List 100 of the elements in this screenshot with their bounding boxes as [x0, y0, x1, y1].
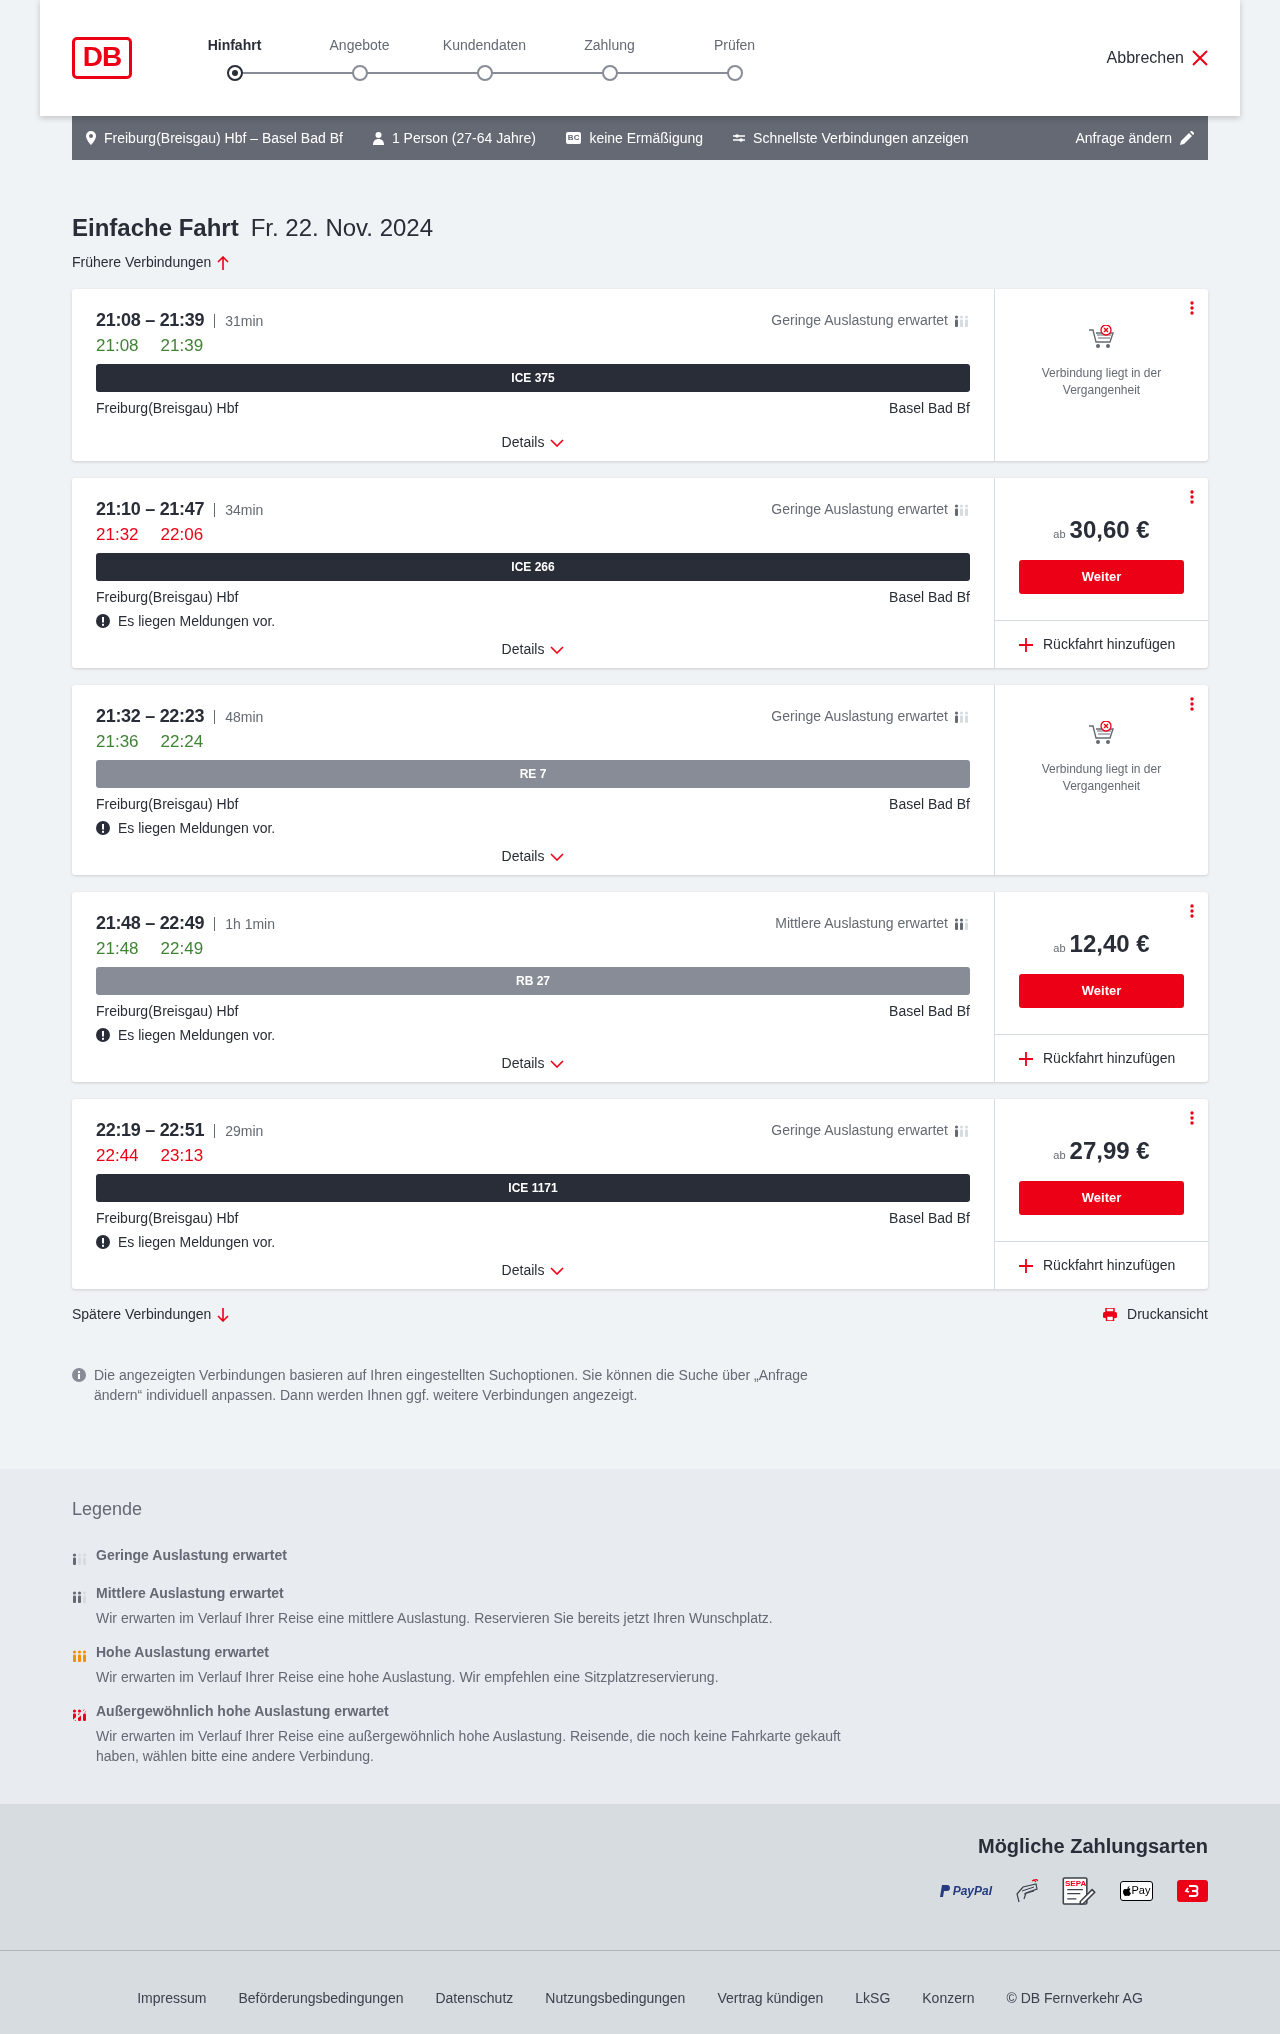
step-marker[interactable] [601, 65, 618, 81]
price-text: 30,60 € [1069, 515, 1150, 545]
duration-text: 29min [214, 1123, 264, 1138]
scheduled-times: 21:48 – 22:49 [96, 912, 205, 935]
details-toggle[interactable]: Details [501, 1260, 565, 1281]
origin-station: Freiburg(Breisgau) Hbf [96, 795, 239, 814]
more-options-icon[interactable] [1190, 301, 1194, 315]
destination-station: Basel Bad Bf [889, 1209, 970, 1228]
duration-text: 48min [214, 709, 264, 724]
price-text: 27,99 € [1069, 1136, 1150, 1166]
step-marker[interactable] [476, 65, 493, 81]
later-connections-link[interactable]: Spätere Verbindungen [72, 1304, 230, 1325]
price-prefix: ab [1053, 527, 1066, 542]
footer-link[interactable]: Datenschutz [435, 1988, 514, 2010]
exclamation-icon [96, 1235, 110, 1249]
step-marker[interactable] [351, 65, 368, 81]
footer-link[interactable]: LkSG [855, 1988, 891, 2010]
arrow-down-icon [217, 1307, 230, 1322]
actual-departure: 21:32 [96, 524, 139, 546]
details-toggle[interactable]: Details [501, 432, 565, 453]
message-text: Es liegen Meldungen vor. [118, 1025, 276, 1045]
details-toggle[interactable]: Details [501, 846, 565, 867]
legend-item-title: Hohe Auslastung erwartet [96, 1642, 270, 1662]
step-marker[interactable] [726, 65, 743, 81]
details-toggle[interactable]: Details [501, 1053, 565, 1074]
continue-button[interactable]: Weiter [1019, 560, 1184, 594]
footer-link[interactable]: Vertrag kündigen [717, 1988, 824, 2010]
footer-link[interactable]: Konzern [922, 1988, 975, 2010]
travellers-text: 1 Person (27-64 Jahre) [391, 128, 536, 148]
footer-link[interactable]: Nutzungsbedingungen [545, 1988, 686, 2010]
more-options-icon[interactable] [1190, 490, 1194, 504]
scheduled-times: 21:10 – 21:47 [96, 498, 205, 521]
legend-item-title: Außergewöhnlich hohe Auslastung erwartet [96, 1701, 390, 1721]
chevron-down-icon [550, 438, 565, 447]
cart-icon [1087, 721, 1116, 747]
more-options-icon[interactable] [1190, 697, 1194, 711]
more-options-icon[interactable] [1190, 904, 1194, 918]
person-icon [372, 131, 384, 145]
plus-icon [1019, 637, 1033, 652]
exclamation-icon [96, 1028, 110, 1042]
details-toggle[interactable]: Details [501, 639, 565, 660]
step-label: Kundendaten [442, 36, 527, 55]
cancel-button[interactable]: Abbrechen [1106, 46, 1208, 70]
continue-button[interactable]: Weiter [1019, 974, 1184, 1008]
destination-station: Basel Bad Bf [889, 399, 970, 418]
add-return-link[interactable]: Rückfahrt hinzufügen [1019, 1048, 1176, 1069]
occupancy-text: Mittlere Auslastung erwartet [775, 914, 948, 933]
occupancy-text: Geringe Auslastung erwartet [771, 707, 948, 726]
legend-item-text: Wir erwarten im Verlauf Ihrer Reise eine hohe Auslastung. Wir empfehlen eine Sitzplatzreservierung. [96, 1667, 720, 1687]
footer-link[interactable]: Beförderungsbedingungen [238, 1988, 404, 2010]
destination-station: Basel Bad Bf [889, 1002, 970, 1021]
actual-departure: 21:08 [96, 335, 139, 357]
chevron-down-icon [550, 645, 565, 654]
footer-link[interactable]: Impressum [137, 1988, 207, 2010]
step-marker[interactable] [226, 65, 243, 81]
duration-text: 34min [214, 502, 264, 517]
occupancy-text: Geringe Auslastung erwartet [771, 1121, 948, 1140]
trip-title: Einfache Fahrt [72, 213, 239, 243]
more-options-icon[interactable] [1190, 1111, 1194, 1125]
printer-icon [1103, 1308, 1118, 1321]
continue-button[interactable]: Weiter [1019, 1181, 1184, 1215]
legend-item-title: Geringe Auslastung erwartet [96, 1545, 287, 1565]
discount-text: keine Ermäßigung [589, 128, 704, 148]
legend-title: Legende [72, 1499, 144, 1521]
earlier-connections-link[interactable]: Frühere Verbindungen [72, 252, 230, 273]
payment-title: Mögliche Zahlungsarten [976, 1833, 1208, 1858]
duration-text: 31min [214, 313, 264, 328]
price-text: 12,40 € [1069, 929, 1150, 959]
legend-item-text: Wir erwarten im Verlauf Ihrer Reise eine außergewöhnlich hohe Auslastung. Reisende, die noch keine Fahrkarte gekauft haben, wählen bitte eine andere Verbindung. [96, 1726, 842, 1766]
step-label: Angebote [329, 36, 390, 55]
notice-text: Die angezeigten Verbindungen basieren auf Ihren eingestellten Suchoptionen. Sie können die Suche über „Anfrage ändern“ individuell anpassen. Dann werden Ihnen ggf. weitere Verbindungen angezeigt. [94, 1366, 809, 1405]
trip-date: Fr. 22. Nov. 2024 [250, 213, 434, 243]
paypal-logo: PayPal [939, 1881, 992, 1900]
duration-text: 1h 1min [214, 916, 275, 931]
actual-arrival: 21:39 [160, 335, 204, 357]
close-icon [1192, 50, 1208, 66]
scheduled-times: 22:19 – 22:51 [96, 1119, 205, 1142]
edit-request-button[interactable]: Anfrage ändern [1075, 127, 1194, 149]
train-bar: RE 7 [96, 760, 970, 788]
message-text: Es liegen Meldungen vor. [118, 818, 276, 838]
add-return-link[interactable]: Rückfahrt hinzufügen [1019, 634, 1176, 655]
past-connection-text: Verbindung liegt in der Vergangenheit [1040, 761, 1163, 795]
step-label: Zahlung [584, 36, 635, 55]
info-icon [72, 1368, 86, 1382]
train-bar: ICE 1171 [96, 1174, 970, 1202]
origin-station: Freiburg(Breisgau) Hbf [96, 1209, 239, 1228]
add-return-link[interactable]: Rückfahrt hinzufügen [1019, 1255, 1176, 1276]
price-prefix: ab [1053, 1148, 1066, 1163]
train-bar: RB 27 [96, 967, 970, 995]
footer-link[interactable]: © DB Fernverkehr AG [1006, 1988, 1143, 2010]
chevron-down-icon [550, 852, 565, 861]
pencil-icon [1180, 131, 1194, 145]
sliders-icon [733, 133, 746, 143]
actual-departure: 21:36 [96, 731, 139, 753]
print-view-link[interactable]: Druckansicht [1103, 1304, 1208, 1325]
bahncard-icon: BC [565, 132, 582, 144]
actual-arrival: 22:24 [160, 731, 204, 753]
chevron-down-icon [550, 1266, 565, 1275]
cart-icon [1087, 325, 1116, 351]
message-text: Es liegen Meldungen vor. [118, 1232, 276, 1252]
